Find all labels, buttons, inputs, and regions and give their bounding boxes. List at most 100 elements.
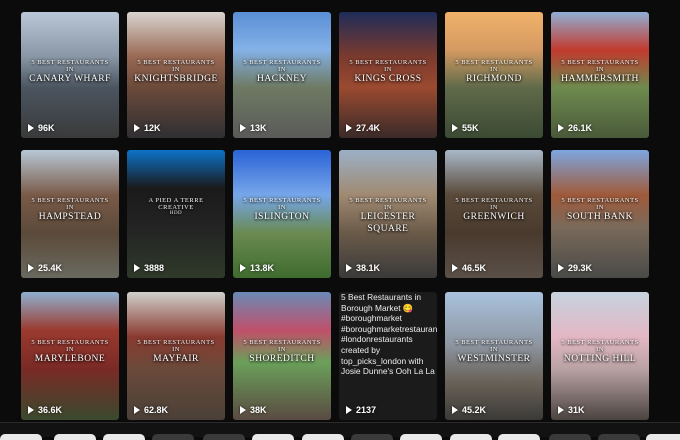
play-icon	[346, 406, 352, 414]
video-tile[interactable]: 5 BEST RESTAURANTS IN HACKNEY 13K	[233, 12, 331, 138]
view-count-text: 96K	[38, 123, 55, 133]
view-count: 25.4K	[28, 263, 62, 273]
overlay-in: IN	[490, 204, 498, 212]
overlay-place: WESTMINSTER	[457, 354, 531, 365]
video-title-overlay: A PIED A TERRE CREATIVE HDD	[127, 197, 225, 217]
video-grid: 5 BEST RESTAURANTS IN CANARY WHARF 96K 5 BES…	[0, 0, 680, 436]
view-count: 29.3K	[558, 263, 592, 273]
overlay-in: IN	[66, 346, 74, 354]
overlay-sub: HDD	[169, 211, 183, 217]
overlay-place: RICHMOND	[466, 73, 522, 84]
video-tile[interactable]: 5 BEST RESTAURANTS IN NOTTING HILL 31K	[551, 292, 649, 420]
video-tile[interactable]: 5 BEST RESTAURANTS IN ISLINGTON 13.8K	[233, 150, 331, 278]
video-tile[interactable]: 5 BEST RESTAURANTS IN HAMMERSMITH 26.1K	[551, 12, 649, 138]
view-count: 36.6K	[28, 405, 62, 415]
video-title-overlay: 5 BEST RESTAURANTS IN CANARY WHARF	[21, 59, 119, 85]
video-title-overlay: 5 BEST RESTAURANTS IN HACKNEY	[233, 59, 331, 85]
overlay-in: IN	[278, 65, 286, 73]
play-icon	[452, 406, 458, 414]
view-count: 31K	[558, 405, 585, 415]
video-tile[interactable]: 5 BEST RESTAURANTS IN RICHMOND 55K	[445, 12, 543, 138]
dock-app-icon[interactable]	[0, 434, 42, 440]
play-icon	[558, 406, 564, 414]
video-tile[interactable]: 5 BEST RESTAURANTS IN WESTMINSTER 45.2K	[445, 292, 543, 420]
view-count-text: 31K	[568, 405, 585, 415]
overlay-in: IN	[490, 346, 498, 354]
dock-app-icon[interactable]	[498, 434, 540, 440]
video-title-overlay: 5 BEST RESTAURANTS IN LEICESTER SQUARE	[339, 197, 437, 235]
video-tile[interactable]: 5 BEST RESTAURANTS IN MAYFAIR 62.8K	[127, 292, 225, 420]
dock-app-icon[interactable]	[598, 434, 640, 440]
video-tile[interactable]: 5 BEST RESTAURANTS IN SHOREDITCH 38K	[233, 292, 331, 420]
overlay-heading: 5 BEST RESTAURANTS	[31, 58, 109, 66]
view-count: 13K	[240, 123, 267, 133]
dock-app-icon[interactable]	[351, 434, 393, 440]
video-tile[interactable]: 5 BEST RESTAURANTS IN LEICESTER SQUARE 38.1K	[339, 150, 437, 278]
view-count-text: 27.4K	[356, 123, 381, 133]
dock-app-icon[interactable]	[549, 434, 591, 440]
video-tile[interactable]: A PIED A TERRE CREATIVE HDD 3888	[127, 150, 225, 278]
video-title-overlay: 5 BEST RESTAURANTS IN SHOREDITCH	[233, 339, 331, 365]
overlay-in: IN	[66, 65, 74, 73]
play-icon	[28, 124, 34, 132]
view-count: 27.4K	[346, 123, 380, 133]
video-title-overlay: 5 BEST RESTAURANTS IN NOTTING HILL	[551, 339, 649, 365]
view-count-text: 3888	[144, 263, 165, 273]
overlay-heading: 5 BEST RESTAURANTS	[561, 58, 639, 66]
view-count-text: 36.6K	[38, 405, 63, 415]
play-icon	[452, 124, 458, 132]
overlay-place: KNIGHTSBRIDGE	[134, 73, 218, 84]
view-count-text: 38K	[250, 405, 267, 415]
video-tile[interactable]: 5 BEST RESTAURANTS IN CANARY WHARF 96K	[21, 12, 119, 138]
video-title-overlay: 5 BEST RESTAURANTS IN RICHMOND	[445, 59, 543, 85]
video-tile[interactable]: 5 BEST RESTAURANTS IN MARYLEBONE 36.6K	[21, 292, 119, 420]
video-tile[interactable]: 5 BEST RESTAURANTS IN GREENWICH 46.5K	[445, 150, 543, 278]
overlay-place-line2: SQUARE	[367, 224, 409, 235]
overlay-place: SOUTH BANK	[567, 212, 633, 223]
dock-app-icon[interactable]	[450, 434, 492, 440]
dock-app-icon[interactable]	[203, 434, 245, 440]
play-icon	[240, 264, 246, 272]
video-tile[interactable]: 5 BEST RESTAURANTS IN KINGS CROSS 27.4K	[339, 12, 437, 138]
video-tile[interactable]: 5 Best Restaurants in Borough Market 😋 #…	[339, 292, 437, 420]
video-tile[interactable]: 5 BEST RESTAURANTS IN KNIGHTSBRIDGE 12K	[127, 12, 225, 138]
video-tile[interactable]: 5 BEST RESTAURANTS IN HAMPSTEAD 25.4K	[21, 150, 119, 278]
dock-app-icon[interactable]	[252, 434, 294, 440]
play-icon	[134, 124, 140, 132]
dock-app-icon[interactable]	[54, 434, 96, 440]
overlay-place: HACKNEY	[257, 73, 307, 84]
view-count: 26.1K	[558, 123, 592, 133]
dock-app-icon[interactable]	[103, 434, 145, 440]
view-count: 46.5K	[452, 263, 486, 273]
overlay-in: IN	[278, 204, 286, 212]
play-icon	[28, 406, 34, 414]
view-count-text: 25.4K	[38, 263, 63, 273]
overlay-in: IN	[172, 65, 180, 73]
overlay-place: LEICESTER	[360, 212, 416, 223]
dock-app-icon[interactable]	[646, 434, 680, 440]
play-icon	[134, 264, 140, 272]
play-icon	[240, 124, 246, 132]
overlay-place: GREENWICH	[463, 212, 525, 223]
video-title-overlay: 5 BEST RESTAURANTS IN GREENWICH	[445, 197, 543, 223]
view-count: 3888	[134, 263, 164, 273]
overlay-place: SHOREDITCH	[249, 354, 315, 365]
view-count: 38K	[240, 405, 267, 415]
overlay-in: IN	[66, 204, 74, 212]
view-count: 55K	[452, 123, 479, 133]
dock-app-icon[interactable]	[152, 434, 194, 440]
view-count-text: 26.1K	[568, 123, 593, 133]
dock-app-icon[interactable]	[400, 434, 442, 440]
overlay-in: IN	[384, 204, 392, 212]
overlay-in: IN	[596, 204, 604, 212]
view-count-text: 2137	[356, 405, 377, 415]
overlay-in: IN	[172, 346, 180, 354]
video-title-overlay: 5 BEST RESTAURANTS IN HAMMERSMITH	[551, 59, 649, 85]
dock-app-icon[interactable]	[302, 434, 344, 440]
view-count-text: 13.8K	[250, 263, 275, 273]
video-tile[interactable]: 5 BEST RESTAURANTS IN SOUTH BANK 29.3K	[551, 150, 649, 278]
overlay-place: CANARY WHARF	[29, 73, 111, 84]
view-count: 2137	[346, 405, 376, 415]
view-count-text: 12K	[144, 123, 161, 133]
video-title-overlay: 5 BEST RESTAURANTS IN KNIGHTSBRIDGE	[127, 59, 225, 85]
